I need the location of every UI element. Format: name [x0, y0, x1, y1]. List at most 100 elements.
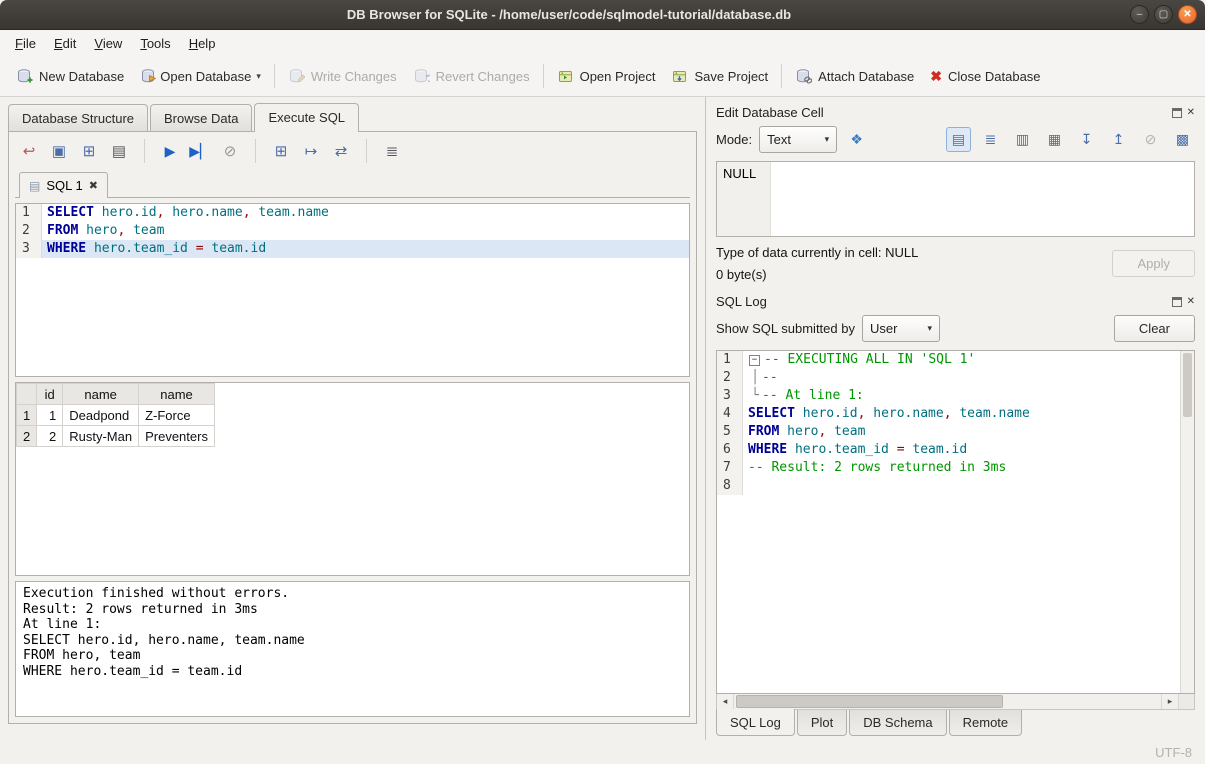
revert-changes-button[interactable]: Revert Changes [405, 64, 538, 89]
import-cell-icon[interactable]: ↧ [1074, 127, 1099, 152]
scrollbar-thumb[interactable] [736, 695, 1003, 708]
close-panel-icon[interactable]: ✕ [1187, 297, 1195, 307]
open-cell-file-icon[interactable]: ▥ [1010, 127, 1035, 152]
menu-edit[interactable]: Edit [45, 33, 85, 54]
bottom-tab-bar: SQL Log Plot DB Schema Remote [716, 710, 1195, 740]
code-line: 6WHERE hero.team_id = team.id [717, 441, 1180, 459]
tab-remote[interactable]: Remote [949, 710, 1023, 736]
new-tab-button[interactable]: ⊞ [271, 140, 291, 162]
column-header[interactable]: id [37, 384, 63, 405]
menu-help[interactable]: Help [180, 33, 225, 54]
chevron-down-icon: ▾ [825, 134, 830, 145]
scroll-right-arrow[interactable]: ▸ [1161, 694, 1178, 709]
attach-database-button[interactable]: Attach Database [787, 64, 922, 89]
menu-tools[interactable]: Tools [131, 33, 179, 54]
code-line: 2FROM hero, team [16, 222, 689, 240]
open-database-button[interactable]: Open Database ▾ [132, 64, 269, 89]
save-sql-as-button[interactable]: ⊞ [79, 140, 99, 162]
tab-sql-log[interactable]: SQL Log [716, 709, 795, 736]
left-pane: Database Structure Browse Data Execute S… [0, 97, 705, 740]
stop-button[interactable]: ⊘ [220, 140, 240, 162]
close-panel-icon[interactable]: ✕ [1187, 108, 1195, 118]
cell[interactable]: 2 [37, 426, 63, 447]
save-project-button[interactable]: Save Project [663, 64, 776, 89]
print-cell-icon[interactable]: ▩ [1170, 127, 1195, 152]
undock-panel-icon[interactable] [1172, 297, 1182, 307]
tab-execute-sql[interactable]: Execute SQL [254, 103, 359, 132]
scrollbar-thumb[interactable] [1183, 353, 1192, 417]
auto-mode-icon[interactable]: ❖ [844, 127, 869, 152]
fold-marker-icon[interactable]: − [749, 355, 760, 366]
attach-database-icon [795, 68, 812, 85]
sql-log-view[interactable]: 1−-- EXECUTING ALL IN 'SQL 1'2│--3└-- At… [717, 351, 1180, 693]
menu-file[interactable]: File [6, 33, 45, 54]
filter-select-value: User [870, 321, 897, 336]
open-database-label: Open Database [160, 69, 251, 84]
open-sql-file-button[interactable]: ↩ [19, 140, 39, 162]
cell[interactable]: Rusty-Man [63, 426, 139, 447]
save-cell-file-icon[interactable]: ▦ [1042, 127, 1067, 152]
toolbar-separator [543, 64, 544, 88]
word-wrap-button[interactable]: ≣ [382, 140, 402, 162]
cell[interactable]: Z-Force [139, 405, 215, 426]
titlebar[interactable]: DB Browser for SQLite - /home/user/code/… [0, 0, 1205, 30]
close-database-button[interactable]: ✖ Close Database [922, 65, 1048, 88]
sql-tab-close-icon[interactable]: ✖ [89, 179, 98, 192]
code-line: 2│-- [717, 369, 1180, 387]
toolbar-separator [366, 139, 367, 163]
menubar: File Edit View Tools Help [0, 30, 1205, 56]
cell[interactable]: Preventers [139, 426, 215, 447]
export-results-button[interactable]: ↦ [301, 140, 321, 162]
close-button[interactable]: ✕ [1178, 5, 1197, 24]
set-null-icon[interactable]: ⊘ [1138, 127, 1163, 152]
column-header[interactable]: name [139, 384, 215, 405]
export-cell-icon[interactable]: ↥ [1106, 127, 1131, 152]
print-button[interactable]: ▤ [109, 140, 129, 162]
text-mode-icon[interactable]: ▤ [946, 127, 971, 152]
code-line: 1SELECT hero.id, hero.name, team.name [16, 204, 689, 222]
apply-button[interactable]: Apply [1112, 250, 1195, 277]
execute-all-button[interactable]: ▶ [160, 140, 180, 162]
tab-plot[interactable]: Plot [797, 710, 847, 736]
sql-editor[interactable]: 1SELECT hero.id, hero.name, team.name2FR… [15, 203, 690, 377]
new-database-button[interactable]: New Database [8, 64, 132, 89]
sql-log-header: SQL Log ✕ [716, 292, 1195, 313]
tab-browse-data[interactable]: Browse Data [150, 104, 252, 131]
cell[interactable]: Deadpond [63, 405, 139, 426]
row-number[interactable]: 2 [17, 426, 37, 447]
cell[interactable]: 1 [37, 405, 63, 426]
line-number: 1 [16, 204, 42, 222]
results-table: idnamename 11DeadpondZ-Force22Rusty-ManP… [16, 383, 215, 447]
horizontal-scrollbar[interactable]: ◂ ▸ [716, 694, 1195, 710]
open-database-dropdown-icon[interactable]: ▾ [256, 71, 261, 82]
write-changes-button[interactable]: Write Changes [280, 64, 405, 89]
execute-line-button[interactable]: ▶▏ [190, 140, 210, 162]
cell-editor[interactable]: NULL [716, 161, 1195, 237]
column-header[interactable]: name [63, 384, 139, 405]
sql-tab-bar: ▤ SQL 1 ✖ [15, 169, 690, 198]
save-sql-file-button[interactable]: ▣ [49, 140, 69, 162]
find-replace-button[interactable]: ⇄ [331, 140, 351, 162]
cell-editor-area[interactable] [771, 162, 1194, 236]
minimize-button[interactable]: – [1130, 5, 1149, 24]
line-number: 3 [16, 240, 42, 258]
scroll-left-arrow[interactable]: ◂ [717, 694, 734, 709]
filter-label: Show SQL submitted by [716, 321, 855, 336]
tab-db-schema[interactable]: DB Schema [849, 710, 946, 736]
sql-log-title: SQL Log [716, 294, 767, 309]
row-number[interactable]: 1 [17, 405, 37, 426]
right-pane: Edit Database Cell ✕ Mode: Text ▾ ❖ ▤ ≣ … [705, 97, 1205, 740]
open-project-button[interactable]: Open Project [549, 64, 664, 89]
cell-value: NULL [717, 162, 771, 236]
mode-select[interactable]: Text ▾ [759, 126, 837, 153]
write-changes-icon [288, 68, 305, 85]
tab-database-structure[interactable]: Database Structure [8, 104, 148, 131]
vertical-scrollbar[interactable] [1180, 351, 1194, 693]
menu-view[interactable]: View [85, 33, 131, 54]
sql-tab[interactable]: ▤ SQL 1 ✖ [19, 172, 108, 198]
rtl-text-icon[interactable]: ≣ [978, 127, 1003, 152]
clear-button[interactable]: Clear [1114, 315, 1195, 342]
filter-select[interactable]: User ▾ [862, 315, 940, 342]
maximize-button[interactable]: ▢ [1154, 5, 1173, 24]
undock-panel-icon[interactable] [1172, 108, 1182, 118]
